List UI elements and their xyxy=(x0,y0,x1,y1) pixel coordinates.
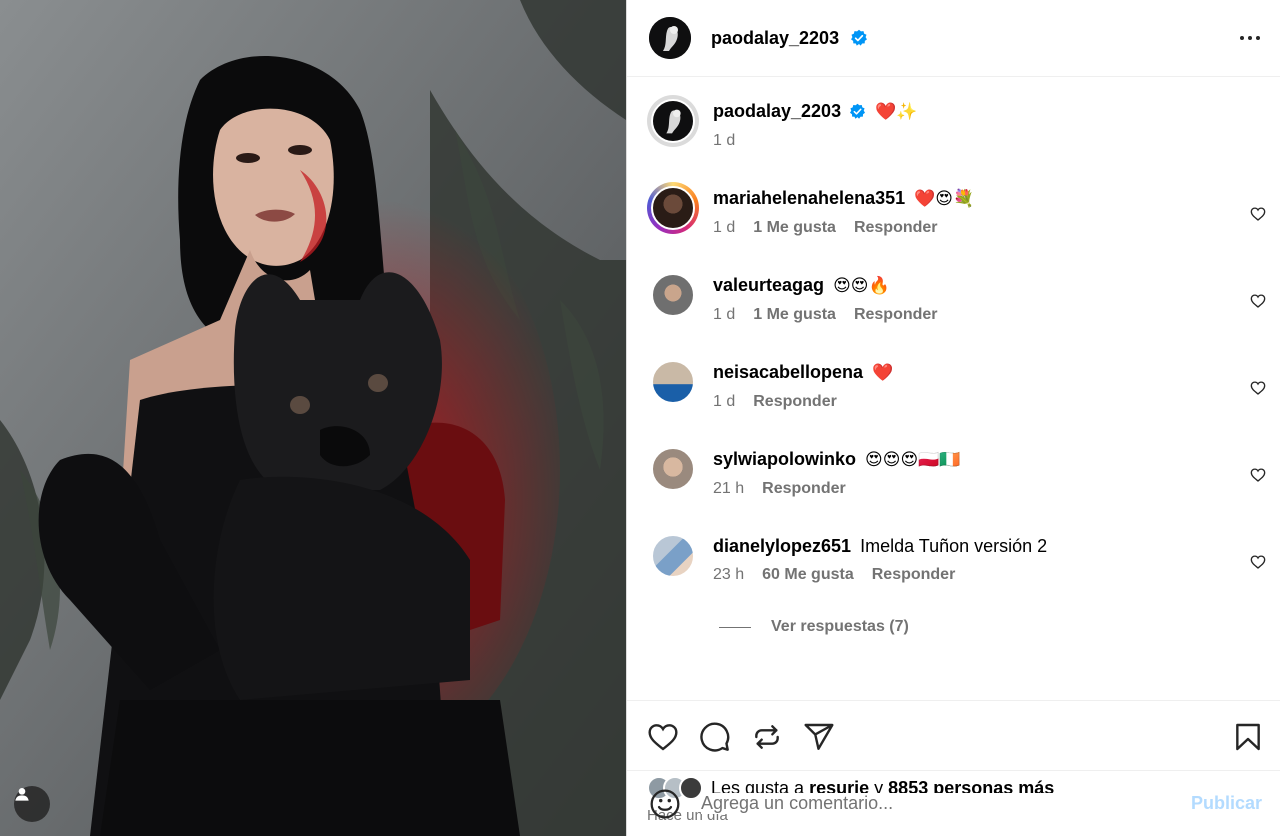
comment-username[interactable]: neisacabellopena xyxy=(713,362,863,382)
post-photo[interactable] xyxy=(0,0,626,836)
dot-icon xyxy=(1240,36,1244,40)
like-comment-heart-icon[interactable] xyxy=(1250,380,1266,396)
comment-text: 😍😍🔥 xyxy=(833,276,890,296)
comment-avatar-image xyxy=(651,447,695,491)
share-paper-plane-icon[interactable] xyxy=(803,721,835,753)
comment-item: mariahelenahelena351 ❤️😍💐 1 d 1 Me gusta… xyxy=(627,182,1280,269)
comment-avatar[interactable] xyxy=(647,443,699,495)
view-replies-label[interactable]: Ver respuestas (7) xyxy=(771,618,909,636)
comment-likes[interactable]: 60 Me gusta xyxy=(762,566,854,584)
comment-input[interactable] xyxy=(701,793,1191,814)
divider-line xyxy=(719,626,751,628)
comment-time[interactable]: 1 d xyxy=(713,219,735,237)
author-avatar[interactable] xyxy=(649,17,691,59)
comment-avatar-image xyxy=(651,273,695,317)
comment-text: Imelda Tuñon versión 2 xyxy=(860,536,1048,556)
comment-text: ❤️😍💐 xyxy=(914,189,975,209)
comment-username[interactable]: valeurteagag xyxy=(713,275,824,295)
verified-badge-icon xyxy=(851,29,868,46)
caption-avatar-image xyxy=(651,99,695,143)
comment-time[interactable]: 1 d xyxy=(713,306,735,324)
author-avatar-image xyxy=(649,17,691,59)
comment-item: valeurteagag 😍😍🔥 1 d 1 Me gusta Responde… xyxy=(627,269,1280,356)
comment-avatar-image xyxy=(651,186,695,230)
comment-time[interactable]: 1 d xyxy=(713,393,735,411)
post-panel: paodalay_2203 paodalay_2203 ❤️✨ 1 d mari… xyxy=(626,0,1280,836)
comment-username[interactable]: mariahelenahelena351 xyxy=(713,188,905,208)
comment-item: sylwiapolowinko 😍😍😍🇵🇱🇮🇪 21 h Responder xyxy=(627,443,1280,530)
dot-icon xyxy=(1256,36,1260,40)
emoji-smiley-icon[interactable] xyxy=(649,788,681,820)
comment-avatar[interactable] xyxy=(647,356,699,408)
author-username-text[interactable]: paodalay_2203 xyxy=(711,28,839,48)
caption-username[interactable]: paodalay_2203 xyxy=(713,101,841,121)
like-comment-heart-icon[interactable] xyxy=(1250,293,1266,309)
comment-avatar[interactable] xyxy=(647,269,699,321)
like-comment-heart-icon[interactable] xyxy=(1250,467,1266,483)
publish-button[interactable]: Publicar xyxy=(1191,793,1262,814)
reply-button[interactable]: Responder xyxy=(854,306,938,324)
comment-time[interactable]: 21 h xyxy=(713,480,744,498)
comment-avatar-image xyxy=(651,534,695,578)
add-comment-bar: Publicar xyxy=(627,770,1280,836)
comment-time[interactable]: 23 h xyxy=(713,566,744,584)
user-icon xyxy=(15,788,29,801)
comment-avatar-image xyxy=(651,360,695,404)
reply-button[interactable]: Responder xyxy=(854,219,938,237)
comment-bubble-icon[interactable] xyxy=(699,721,731,753)
tagged-users-button[interactable] xyxy=(14,786,50,822)
more-options-button[interactable] xyxy=(1238,26,1262,50)
reply-button[interactable]: Responder xyxy=(762,480,846,498)
dot-icon xyxy=(1248,36,1252,40)
verified-badge-icon xyxy=(850,103,866,119)
reply-button[interactable]: Responder xyxy=(872,566,956,584)
like-comment-heart-icon[interactable] xyxy=(1250,554,1266,570)
caption-time[interactable]: 1 d xyxy=(713,132,735,150)
post-caption: paodalay_2203 ❤️✨ 1 d xyxy=(627,95,1280,182)
action-bar xyxy=(627,700,1280,772)
post-image xyxy=(0,0,626,836)
comment-likes[interactable]: 1 Me gusta xyxy=(753,219,836,237)
repost-icon[interactable] xyxy=(751,721,783,753)
caption-text: ❤️✨ xyxy=(875,102,918,122)
comment-username[interactable]: dianelylopez651 xyxy=(713,536,851,556)
comment-username[interactable]: sylwiapolowinko xyxy=(713,449,856,469)
post-header: paodalay_2203 xyxy=(627,0,1280,77)
comments-list[interactable]: paodalay_2203 ❤️✨ 1 d mariahelenahelena3… xyxy=(627,77,1280,700)
comment-text: ❤️ xyxy=(872,363,894,383)
comment-likes[interactable]: 1 Me gusta xyxy=(753,306,836,324)
comment-item: dianelylopez651 Imelda Tuñon versión 2 2… xyxy=(627,530,1280,617)
reply-button[interactable]: Responder xyxy=(753,393,837,411)
comment-avatar[interactable] xyxy=(647,530,699,582)
like-comment-heart-icon[interactable] xyxy=(1250,206,1266,222)
comment-avatar[interactable] xyxy=(647,182,699,234)
post-modal: paodalay_2203 paodalay_2203 ❤️✨ 1 d mari… xyxy=(0,0,1280,836)
like-heart-icon[interactable] xyxy=(647,721,679,753)
caption-avatar[interactable] xyxy=(647,95,699,147)
view-replies-button[interactable]: Ver respuestas (7) xyxy=(627,615,1280,639)
comment-item: neisacabellopena ❤️ 1 d Responder xyxy=(627,356,1280,443)
author-username[interactable]: paodalay_2203 xyxy=(711,28,868,49)
comment-text: 😍😍😍🇵🇱🇮🇪 xyxy=(865,450,961,470)
save-bookmark-icon[interactable] xyxy=(1232,721,1264,753)
